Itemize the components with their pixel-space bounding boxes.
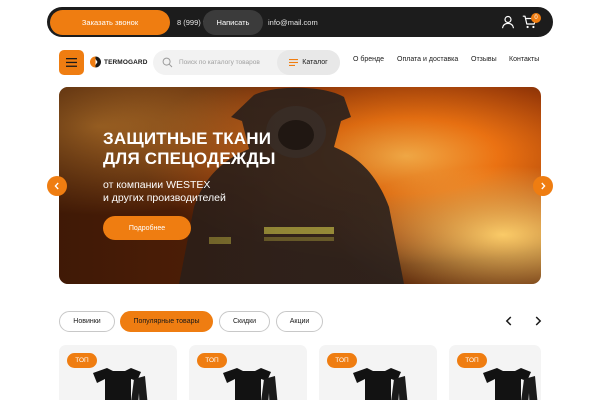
product-card[interactable]: ТОП xyxy=(319,345,437,400)
cart-count-badge: 0 xyxy=(531,13,541,23)
carousel-prev-icon[interactable] xyxy=(503,315,515,327)
chevron-right-icon xyxy=(541,182,546,190)
hero-subtitle-line-1: от компании WESTEX xyxy=(103,179,211,191)
hero-banner: ЗАЩИТНЫЕ ТКАНИ ДЛЯ СПЕЦОДЕЖДЫ от компани… xyxy=(59,87,541,284)
nav-link-reviews[interactable]: Отзывы xyxy=(471,56,497,63)
hero-subtitle: от компании WESTEX и других производител… xyxy=(103,179,226,205)
hero-prev-button[interactable] xyxy=(47,176,67,196)
product-card[interactable]: ТОП xyxy=(449,345,541,400)
top-badge: ТОП xyxy=(67,353,97,368)
tab-promotions[interactable]: Акции xyxy=(276,311,323,332)
top-badge: ТОП xyxy=(197,353,227,368)
carousel-next-icon[interactable] xyxy=(532,315,544,327)
hero-title: ЗАЩИТНЫЕ ТКАНИ ДЛЯ СПЕЦОДЕЖДЫ xyxy=(103,129,276,169)
tab-new[interactable]: Новинки xyxy=(59,311,115,332)
hero-next-button[interactable] xyxy=(533,176,553,196)
top-bar: Заказать звонок 8 (999) 999-99-99 Написа… xyxy=(47,7,553,37)
top-badge: ТОП xyxy=(327,353,357,368)
nav-link-about[interactable]: О бренде xyxy=(353,56,384,63)
hero-subtitle-line-2: и других производителей xyxy=(103,192,226,204)
tab-popular[interactable]: Популярные товары xyxy=(120,311,213,332)
hero-title-line-1: ЗАЩИТНЫЕ ТКАНИ xyxy=(103,129,272,148)
product-card[interactable]: ТОП xyxy=(189,345,307,400)
top-badge: ТОП xyxy=(457,353,487,368)
request-call-button[interactable]: Заказать звонок xyxy=(50,10,170,35)
nav-link-payment-delivery[interactable]: Оплата и доставка xyxy=(397,56,458,63)
hero-title-line-2: ДЛЯ СПЕЦОДЕЖДЫ xyxy=(103,149,276,168)
tab-discounts[interactable]: Скидки xyxy=(219,311,270,332)
user-icon[interactable] xyxy=(501,15,515,29)
email-link[interactable]: info@mail.com xyxy=(268,10,318,35)
hero-more-button[interactable]: Подробнее xyxy=(103,216,191,240)
main-nav: О бренде Оплата и доставка Отзывы Контак… xyxy=(0,56,600,69)
chevron-left-icon xyxy=(54,182,59,190)
nav-link-contacts[interactable]: Контакты xyxy=(509,56,539,63)
product-card[interactable]: ТОП xyxy=(59,345,177,400)
write-button[interactable]: Написать xyxy=(203,10,263,35)
